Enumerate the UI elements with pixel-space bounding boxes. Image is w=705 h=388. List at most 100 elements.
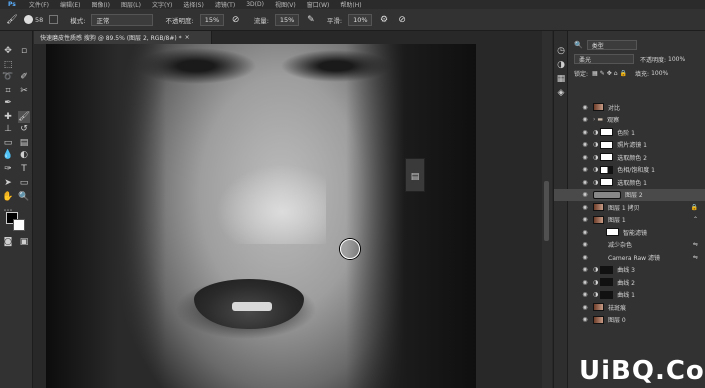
hand-icon[interactable]: ✋ (2, 191, 14, 203)
move-icon[interactable]: ✥ (2, 45, 14, 57)
filter-row[interactable]: ◉ Camera Raw 滤镜 ⇋ (554, 251, 705, 264)
smoothing-input[interactable]: 10% (348, 13, 373, 26)
quick-select-icon[interactable]: ✐ (18, 71, 30, 83)
history-brush-icon[interactable]: ↺ (18, 123, 30, 135)
gradient-icon[interactable]: ▤ (18, 137, 30, 149)
pressure-opacity-icon[interactable]: ⊘ (230, 14, 242, 26)
menu-file[interactable]: 文件(F) (29, 0, 49, 9)
layer-row[interactable]: ◉ 对比 (554, 101, 705, 114)
eye-icon[interactable]: ◉ (580, 266, 590, 273)
eye-icon[interactable]: ◉ (580, 241, 590, 248)
gear-icon[interactable]: ⚙ (378, 14, 390, 26)
layer-row[interactable]: ◉ 智能滤镜 (554, 226, 705, 239)
group-expand-icon[interactable]: › (593, 116, 595, 123)
properties-icon[interactable]: ▤ (409, 171, 421, 183)
layer-row[interactable]: ◉ ◑ 曲线 1 (554, 289, 705, 302)
filter-options-icon[interactable]: ⇋ (693, 241, 698, 248)
stamp-icon[interactable]: ⊥ (2, 123, 14, 135)
eye-icon[interactable]: ◉ (580, 166, 590, 173)
layer-opacity-input[interactable]: 100% (668, 56, 685, 63)
eye-icon[interactable]: ◉ (580, 229, 590, 236)
brush-settings-icon[interactable] (49, 15, 59, 24)
layer-row[interactable]: ◉ ◑ 选取颜色 2 (554, 151, 705, 164)
eye-icon[interactable]: ◉ (580, 279, 590, 286)
path-select-icon[interactable]: ➤ (2, 177, 14, 189)
eye-icon[interactable]: ◉ (580, 191, 590, 198)
eye-icon[interactable]: ◉ (580, 304, 590, 311)
layer-row[interactable]: ◉ ◑ 曲线 3 (554, 264, 705, 277)
eye-icon[interactable]: ◉ (580, 204, 590, 211)
fill-input[interactable]: 100% (651, 70, 668, 77)
eye-icon[interactable]: ◉ (580, 116, 590, 123)
layer-row[interactable]: ◉ 祛斑痕 (554, 301, 705, 314)
menu-window[interactable]: 窗口(W) (307, 0, 330, 9)
pen-icon[interactable]: ✑ (2, 163, 14, 175)
eraser-icon[interactable]: ▭ (2, 137, 14, 149)
layer-row[interactable]: ◉ ◑ 选取颜色 1 (554, 176, 705, 189)
screen-mode-icon[interactable]: ▣ (18, 236, 30, 248)
eye-icon[interactable]: ◉ (580, 216, 590, 223)
eye-icon[interactable]: ◉ (580, 291, 590, 298)
menu-3d[interactable]: 3D(D) (246, 1, 264, 8)
close-tab-icon[interactable]: × (185, 34, 190, 41)
eye-icon[interactable]: ◉ (580, 254, 590, 261)
layer-row[interactable]: ◉ › ▬ 观察 (554, 114, 705, 127)
layer-row[interactable]: ◉ ◑ 照片滤镜 1 (554, 139, 705, 152)
marquee-icon[interactable]: ⬚ (2, 59, 14, 71)
filter-options-icon[interactable]: ⇋ (693, 254, 698, 261)
crop-icon[interactable]: ⌗ (2, 85, 14, 97)
brush-preset-picker[interactable]: 58 (24, 15, 43, 24)
eye-icon[interactable]: ◉ (580, 104, 590, 111)
filter-row[interactable]: ◉ 减少杂色 ⇋ (554, 239, 705, 252)
layer-mask (600, 178, 614, 187)
filter-kind-select[interactable]: 类型 (586, 40, 637, 51)
lock-icons[interactable]: ▦✎✥⌂🔒 (592, 70, 629, 77)
lasso-icon[interactable]: ➰ (2, 71, 14, 83)
type-icon[interactable]: T (18, 163, 30, 175)
layer-row[interactable]: ◉ 图层 1 拷贝 🔒 (554, 201, 705, 214)
rectangle-icon[interactable]: ▭ (18, 177, 30, 189)
menu-help[interactable]: 帮助(H) (340, 0, 361, 9)
layer-row[interactable]: ◉ 图层 0 (554, 314, 705, 327)
layer-row[interactable]: ◉ ◑ 曲线 2 (554, 276, 705, 289)
flow-input[interactable]: 15% (274, 13, 299, 26)
eye-icon[interactable]: ◉ (580, 316, 590, 323)
layer-row-selected[interactable]: ◉ 图层 2 (554, 188, 705, 201)
pressure-size-icon[interactable]: ⊘ (396, 14, 408, 26)
layer-row[interactable]: ◉ ◑ 色相/饱和度 1 (554, 164, 705, 177)
blur-icon[interactable]: 💧 (2, 149, 14, 161)
app-logo: Ps (8, 1, 16, 8)
menu-layer[interactable]: 图层(L) (121, 0, 141, 9)
airbrush-icon[interactable]: ✎ (305, 14, 317, 26)
zoom-icon[interactable]: 🔍 (18, 191, 30, 203)
collapsed-panel[interactable]: ▤ (405, 158, 425, 192)
eyedropper-icon[interactable]: ✒ (2, 97, 14, 109)
canvas-area[interactable] (34, 44, 542, 388)
quick-mask-icon[interactable]: ◙ (2, 236, 14, 248)
brush-icon[interactable]: 🖌 (6, 14, 18, 26)
menu-type[interactable]: 文字(Y) (152, 0, 172, 9)
menu-select[interactable]: 选择(S) (183, 0, 204, 9)
vertical-scrollbar[interactable] (544, 181, 549, 241)
layer-row[interactable]: ◉ 图层 1 ⌃ (554, 214, 705, 227)
eye-icon[interactable]: ◉ (580, 154, 590, 161)
menu-edit[interactable]: 编辑(E) (60, 0, 80, 9)
document-tab[interactable]: 快速磨皮性质感 搜狗 @ 89.5% (图层 2, RGB/8#) * × (34, 31, 212, 44)
dodge-icon[interactable]: ◐ (18, 149, 30, 161)
menu-image[interactable]: 图像(I) (92, 0, 110, 9)
opacity-input[interactable]: 15% (199, 13, 224, 26)
blend-mode-select[interactable]: 柔光 (574, 54, 634, 65)
healing-icon[interactable]: ✚ (2, 111, 14, 123)
mode-select[interactable]: 正常 (91, 13, 154, 26)
eye-icon[interactable]: ◉ (580, 141, 590, 148)
eye-icon[interactable]: ◉ (580, 179, 590, 186)
menu-view[interactable]: 视图(V) (275, 0, 296, 9)
slice-icon[interactable]: ✂ (18, 85, 30, 97)
menu-filter[interactable]: 滤镜(T) (215, 0, 235, 9)
brush-tool-icon[interactable]: 🖌 (18, 111, 30, 123)
artboard-icon[interactable]: ▫ (18, 45, 30, 57)
layer-row[interactable]: ◉ ◑ 色阶 1 (554, 126, 705, 139)
background-color-swatch[interactable] (13, 219, 25, 231)
eye-icon[interactable]: ◉ (580, 129, 590, 136)
layers-icon[interactable]: ◈ (555, 87, 567, 99)
